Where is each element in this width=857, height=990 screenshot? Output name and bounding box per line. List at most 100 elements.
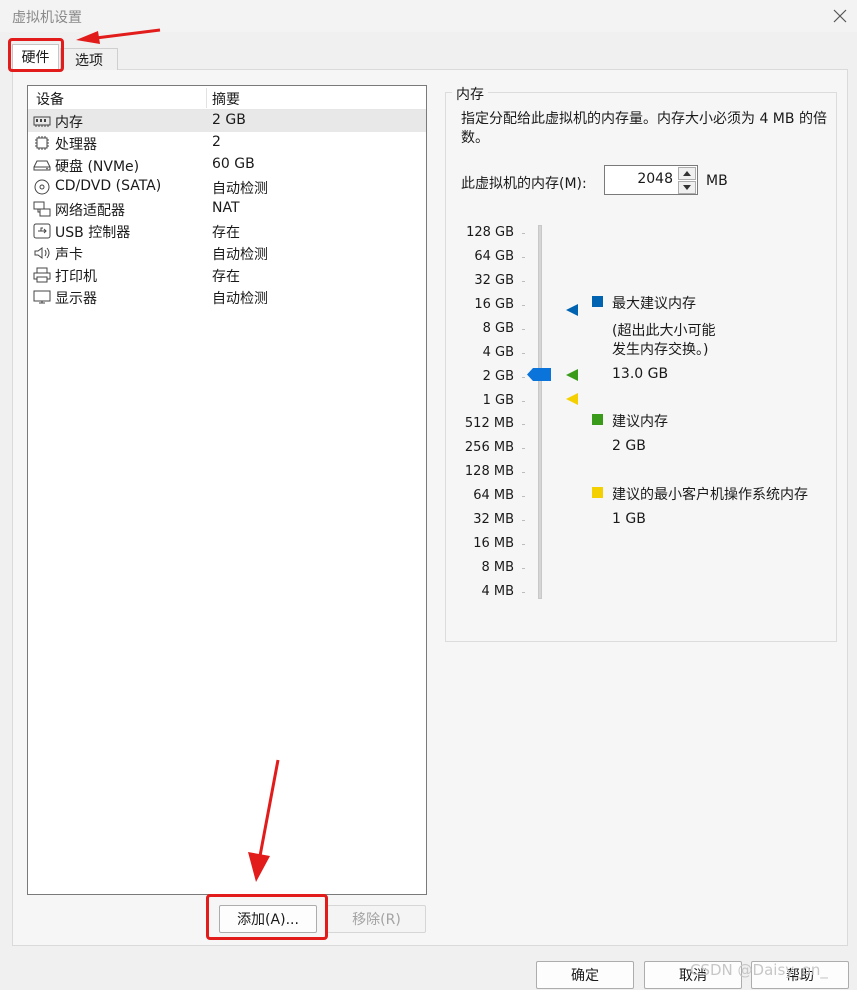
device-summary: 自动检测 xyxy=(212,247,268,263)
device-row-printer[interactable]: 打印机 存在 xyxy=(28,264,426,286)
scale-label: 16 GB xyxy=(474,297,514,312)
memory-icon xyxy=(33,116,51,127)
device-list[interactable]: 设备 摘要 内存 2 GB 处理器 2 硬盘 (NVMe) 60 GB CD/D… xyxy=(27,85,427,895)
scale-label: 512 MB xyxy=(464,416,514,431)
device-row-network-adapter[interactable]: 网络适配器 NAT xyxy=(28,198,426,220)
memory-size-input[interactable]: 2048 xyxy=(604,165,698,195)
device-summary: 2 xyxy=(212,134,221,150)
scale-tick xyxy=(522,329,525,330)
memory-increase-button[interactable] xyxy=(678,167,696,180)
sound-card-icon xyxy=(34,247,50,259)
network-adapter-icon xyxy=(33,201,51,217)
device-summary: 存在 xyxy=(212,225,240,241)
scale-label: 128 GB xyxy=(466,225,514,240)
tab-options[interactable]: 选项 xyxy=(60,48,118,70)
memory-size-value: 2048 xyxy=(637,171,673,187)
scale-tick xyxy=(522,448,525,449)
device-row-processor[interactable]: 处理器 2 xyxy=(28,132,426,154)
scale-label: 32 MB xyxy=(473,512,514,527)
scale-tick xyxy=(522,353,525,354)
scale-label: 256 MB xyxy=(464,440,514,455)
scale-tick xyxy=(522,401,525,402)
device-summary: NAT xyxy=(212,200,240,216)
scale-tick xyxy=(522,305,525,306)
scale-tick xyxy=(522,233,525,234)
harddisk-icon xyxy=(33,160,51,171)
memory-slider-thumb[interactable] xyxy=(527,368,551,381)
scale-label: 32 GB xyxy=(474,273,514,288)
device-row-memory[interactable]: 内存 2 GB xyxy=(28,110,426,132)
max-recommended-note-line2: 发生内存交换。) xyxy=(612,342,709,358)
max-recommended-note-line1: (超出此大小可能 xyxy=(612,323,716,339)
device-name: 声卡 xyxy=(55,247,83,263)
window-title: 虚拟机设置 xyxy=(12,10,82,26)
scale-label: 64 GB xyxy=(474,249,514,264)
memory-unit-label: MB xyxy=(706,173,728,189)
scale-tick xyxy=(522,592,525,593)
device-row-display[interactable]: 显示器 自动检测 xyxy=(28,286,426,308)
device-summary: 自动检测 xyxy=(212,181,268,197)
watermark: CSDN @Daisy_on_ xyxy=(690,961,828,979)
annotation-arrow-icon xyxy=(248,759,280,882)
memory-field-label: 此虚拟机的内存(M): xyxy=(461,176,587,192)
scale-tick xyxy=(522,257,525,258)
min-guest-title: 建议的最小客户机操作系统内存 xyxy=(612,487,808,503)
ok-button[interactable]: 确定 xyxy=(536,961,634,989)
max-recommended-marker-icon xyxy=(566,304,578,316)
display-icon xyxy=(33,290,51,304)
device-name: 网络适配器 xyxy=(55,203,125,219)
recommended-legend-square xyxy=(592,414,603,425)
memory-description: 指定分配给此虚拟机的内存量。内存大小必须为 4 MB 的倍数。 xyxy=(461,111,827,146)
max-recommended-value: 13.0 GB xyxy=(612,366,669,382)
device-summary: 2 GB xyxy=(212,112,246,128)
memory-slider-track[interactable] xyxy=(538,225,542,599)
scale-tick xyxy=(522,496,525,497)
spin-up-icon xyxy=(683,171,691,176)
recommended-title: 建议内存 xyxy=(612,414,668,430)
recommended-value: 2 GB xyxy=(612,438,646,454)
annotation-box-add-button xyxy=(206,894,328,940)
scale-label: 4 MB xyxy=(481,584,514,599)
scale-label: 16 MB xyxy=(473,536,514,551)
device-row-cd-dvd[interactable]: CD/DVD (SATA) 自动检测 xyxy=(28,176,426,198)
device-name: 硬盘 (NVMe) xyxy=(55,159,140,175)
scale-tick xyxy=(522,281,525,282)
device-name: 显示器 xyxy=(55,291,97,307)
scale-label: 64 MB xyxy=(473,488,514,503)
device-name: CD/DVD (SATA) xyxy=(55,178,162,194)
column-separator[interactable] xyxy=(206,88,207,108)
scale-label: 8 GB xyxy=(482,321,514,336)
device-name: 打印机 xyxy=(55,269,97,285)
device-row-sound-card[interactable]: 声卡 自动检测 xyxy=(28,242,426,264)
min-guest-marker-icon xyxy=(566,393,578,405)
device-name: 处理器 xyxy=(55,137,97,153)
scale-label: 8 MB xyxy=(481,560,514,575)
usb-icon xyxy=(33,223,51,239)
min-guest-legend-square xyxy=(592,487,603,498)
scale-label: 128 MB xyxy=(464,464,514,479)
memory-group-title: 内存 xyxy=(452,84,488,104)
column-header-device[interactable]: 设备 xyxy=(36,89,64,109)
scale-tick xyxy=(522,544,525,545)
min-guest-value: 1 GB xyxy=(612,511,646,527)
max-recommended-title: 最大建议内存 xyxy=(612,296,696,312)
remove-device-button[interactable]: 移除(R) xyxy=(327,905,426,933)
device-summary: 60 GB xyxy=(212,156,255,172)
device-row-harddisk[interactable]: 硬盘 (NVMe) 60 GB xyxy=(28,154,426,176)
scale-label: 1 GB xyxy=(482,393,514,408)
annotation-arrow-icon xyxy=(76,28,161,44)
tab-hardware[interactable]: 硬件 xyxy=(12,44,59,69)
device-row-usb-controller[interactable]: USB 控制器 存在 xyxy=(28,220,426,242)
scale-tick xyxy=(522,472,525,473)
recommended-marker-icon xyxy=(566,369,578,381)
memory-decrease-button[interactable] xyxy=(678,181,696,194)
device-name: USB 控制器 xyxy=(55,225,131,241)
scale-tick xyxy=(522,568,525,569)
spin-down-icon xyxy=(683,185,691,190)
scale-label: 4 GB xyxy=(482,345,514,360)
close-button[interactable] xyxy=(826,2,854,30)
scale-label: 2 GB xyxy=(482,369,514,384)
column-header-summary[interactable]: 摘要 xyxy=(212,89,240,109)
scale-tick xyxy=(522,520,525,521)
scale-tick xyxy=(522,424,525,425)
